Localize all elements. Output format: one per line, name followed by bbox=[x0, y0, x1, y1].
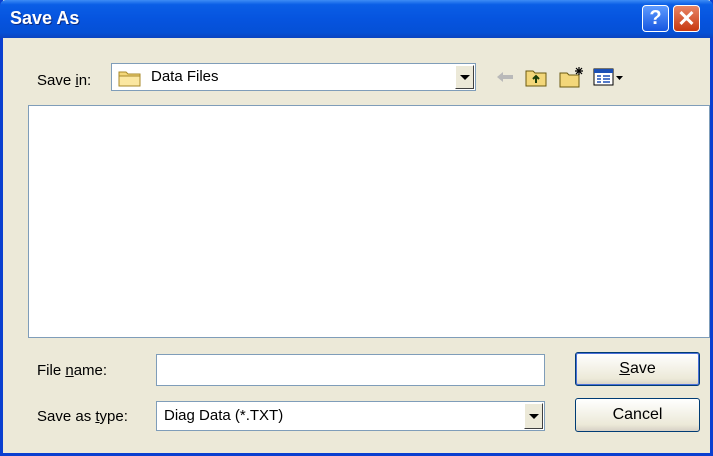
title-bar[interactable]: Save As ? ✕ bbox=[0, 0, 713, 38]
save-as-type-dropdown[interactable]: Diag Data (*.TXT) bbox=[156, 401, 545, 431]
save-in-dropdown-button[interactable] bbox=[455, 65, 474, 89]
file-list-view[interactable] bbox=[28, 105, 710, 338]
view-menu-button[interactable] bbox=[591, 66, 627, 88]
save-in-value: Data Files bbox=[151, 68, 219, 85]
close-icon: ✕ bbox=[677, 5, 696, 31]
save-as-type-dropdown-button[interactable] bbox=[524, 403, 543, 429]
new-folder-button[interactable] bbox=[557, 66, 587, 88]
back-arrow-icon bbox=[497, 72, 513, 82]
up-folder-icon bbox=[525, 70, 547, 87]
question-icon: ? bbox=[649, 7, 662, 29]
save-as-type-label: Save as type: bbox=[37, 408, 128, 425]
close-button[interactable]: ✕ bbox=[673, 5, 700, 32]
save-in-label: Save in: bbox=[37, 72, 92, 89]
save-button[interactable]: Save bbox=[575, 352, 700, 386]
file-name-input[interactable] bbox=[156, 354, 545, 386]
save-as-type-value: Diag Data (*.TXT) bbox=[164, 407, 284, 424]
folder-icon bbox=[118, 69, 142, 91]
save-as-dialog: Save As ? ✕ Save in: Data Files File nam… bbox=[0, 0, 713, 456]
file-name-label: File name: bbox=[37, 362, 108, 379]
up-one-level-button[interactable] bbox=[523, 66, 549, 88]
dialog-title: Save As bbox=[10, 8, 80, 28]
save-in-dropdown[interactable]: Data Files bbox=[111, 63, 476, 91]
chevron-down-icon bbox=[459, 74, 470, 80]
view-menu-icon bbox=[593, 68, 623, 86]
back-button[interactable] bbox=[492, 66, 518, 88]
cancel-button[interactable]: Cancel bbox=[575, 398, 700, 432]
new-folder-icon bbox=[559, 67, 583, 88]
help-button[interactable]: ? bbox=[642, 5, 669, 32]
chevron-down-icon bbox=[528, 413, 539, 419]
